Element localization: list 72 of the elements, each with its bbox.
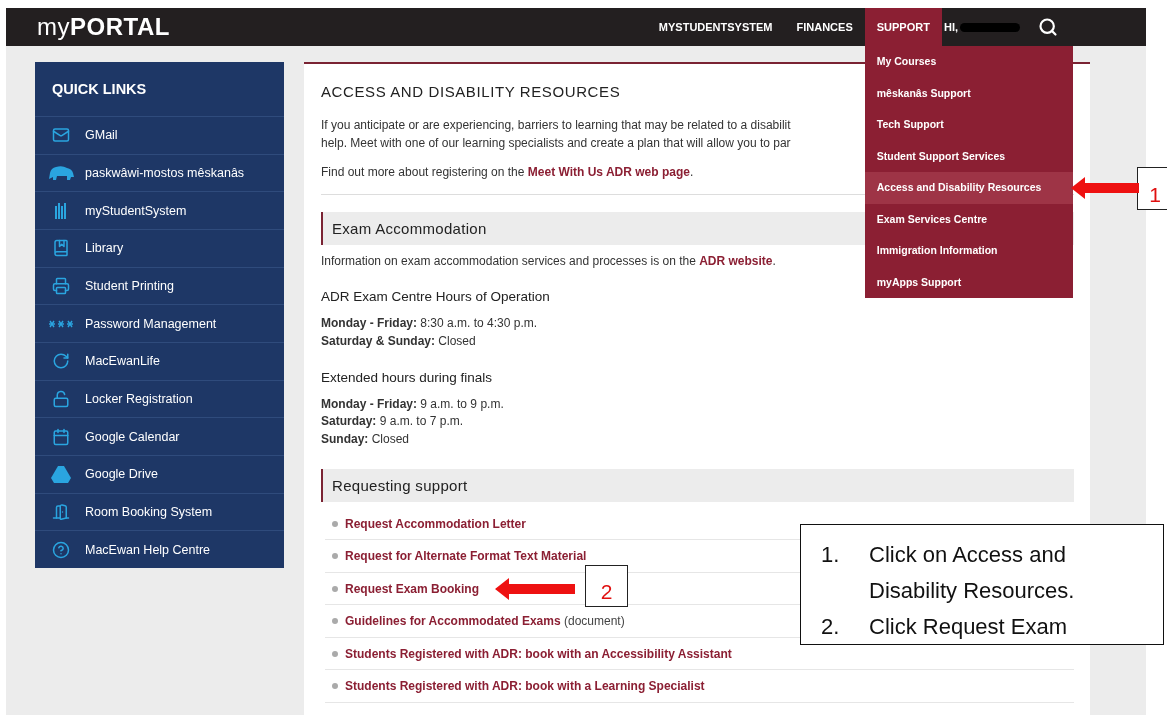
menu-item[interactable]: mêskanâs Support (864, 77, 1073, 109)
request-link[interactable]: Guidelines for Accommodated Exams (345, 614, 561, 629)
step-marker: 1 (1137, 167, 1167, 210)
quick-link[interactable]: Google Calendar (35, 417, 284, 455)
text-link[interactable]: Meet With Us ADR web page (527, 165, 690, 179)
hours-text: Monday - Friday: 8:30 a.m. to 4:30 p.m. (321, 315, 539, 332)
step-marker: 2 (585, 565, 628, 607)
hours-heading: Extended hours during finals (321, 369, 494, 385)
logo[interactable]: myPORTAL (37, 8, 170, 46)
intro-text: help. Meet with one of our learning specialists and create a plan that will allow you to par (321, 134, 791, 152)
bars-icon (55, 202, 67, 219)
printer-icon (52, 277, 70, 295)
info-text: Find out more about registering on the Meet With Us ADR web page. (321, 164, 695, 181)
hours-text: Saturday: 9 a.m. to 7 p.m. (321, 413, 465, 431)
quick-link[interactable]: Password Management (35, 304, 284, 342)
quick-link[interactable]: Locker Registration (35, 379, 284, 418)
help-icon (52, 540, 70, 559)
quick-link[interactable]: Student Printing (35, 266, 284, 305)
quick-link[interactable]: GMail (35, 115, 284, 154)
request-link[interactable]: Students Registered with ADR: book with a Learning Specialist (345, 679, 705, 694)
lock-icon (52, 390, 70, 408)
bullet-icon (332, 650, 338, 657)
text-link[interactable]: ADR website (699, 254, 773, 268)
request-link[interactable]: Students Registered with ADR: book with an Accessibility Assistant (345, 646, 732, 661)
menu-item[interactable]: My Courses (864, 46, 1073, 78)
step-text: Click Request Exam (869, 613, 1069, 641)
menu-item[interactable]: Tech Support (864, 109, 1073, 141)
redaction-bar (960, 22, 1020, 32)
bullet-icon (332, 553, 338, 560)
door-icon (52, 503, 70, 521)
quick-link[interactable]: Room Booking System (35, 492, 284, 531)
bullet-icon (332, 683, 338, 690)
section-heading: Requesting support (321, 469, 1074, 502)
hours-text: Monday - Friday: 9 a.m. to 9 p.m. (321, 395, 505, 413)
request-link[interactable]: Request for Alternate Format Text Material (345, 549, 587, 564)
quick-link[interactable]: MacEwan Help Centre (35, 530, 284, 569)
calendar-icon (52, 427, 70, 446)
info-text: Information on exam accommodation services and processes is on the ADR website. (321, 253, 777, 270)
menu-item[interactable]: myApps Support (864, 266, 1073, 298)
greeting-text: HI, (942, 20, 958, 35)
step-number: 1. (821, 541, 841, 569)
hours-text: Sunday: Closed (321, 431, 411, 449)
circular-arrow-icon (52, 352, 70, 371)
mail-icon (52, 126, 70, 145)
step-text: Click on Access and Disability Resources. (869, 541, 1076, 605)
book-icon (52, 239, 70, 258)
arrow-icon (1071, 177, 1139, 199)
request-link[interactable]: Request Exam Booking (345, 581, 480, 596)
hours-text: Saturday & Sunday: Closed (321, 332, 477, 350)
note-text: (document) (562, 614, 625, 629)
bullet-icon (332, 520, 338, 527)
panel-title: QUICK LINKS (51, 80, 148, 99)
quick-link[interactable]: paskwâwi-mostos mêskanâs (35, 153, 284, 192)
nav-link[interactable]: SUPPORT (864, 8, 942, 46)
request-link[interactable]: Request Accommodation Letter (345, 516, 526, 531)
intro-text: If you anticipate or are experiencing, barriers to learning that may be related to a disabilit (321, 117, 791, 134)
menu-item[interactable]: Access and Disability Resources (864, 172, 1073, 204)
nav-link[interactable]: FINANCES (784, 8, 865, 46)
step-number: 2. (821, 613, 841, 641)
hours-heading: ADR Exam Centre Hours of Operation (321, 289, 551, 304)
bullet-icon (332, 618, 338, 625)
quick-link[interactable]: myStudentSystem (35, 191, 284, 229)
bullet-icon (332, 585, 338, 592)
bison-icon (47, 164, 75, 181)
quick-link[interactable]: MacEwanLife (35, 342, 284, 380)
page-title: ACCESS AND DISABILITY RESOURCES (321, 83, 621, 100)
quick-link[interactable]: Google Drive (35, 455, 284, 493)
menu-item[interactable]: Student Support Services (864, 140, 1073, 172)
quick-link[interactable]: Library (35, 229, 284, 267)
nav-link[interactable]: MYSTUDENTSYSTEM (646, 8, 785, 46)
asterisks-icon (48, 319, 74, 328)
arrow-icon (495, 578, 575, 600)
